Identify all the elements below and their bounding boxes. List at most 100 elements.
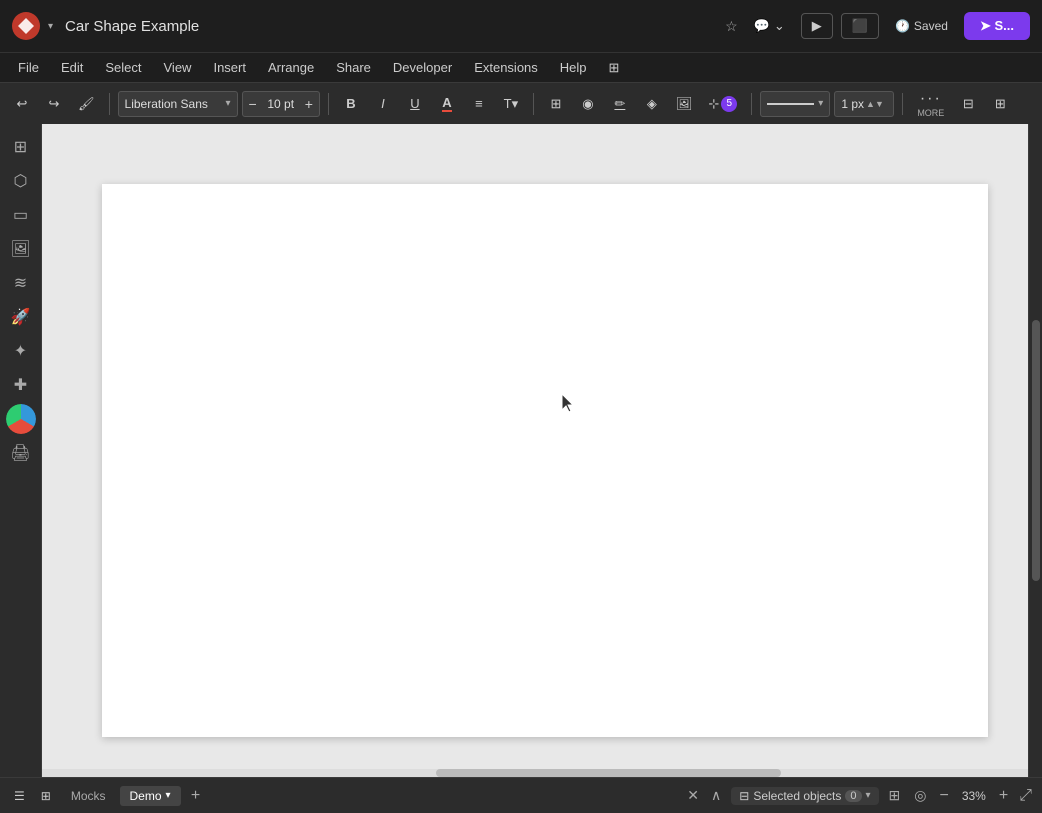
line-color-button[interactable]: ✏: [606, 90, 634, 118]
line-width-number: 1: [841, 97, 848, 111]
app-dropdown-arrow[interactable]: ▾: [48, 21, 53, 32]
gradient-button[interactable]: ◈: [638, 90, 666, 118]
more-label: MORE: [917, 108, 944, 118]
right-sidebar: [1028, 124, 1042, 777]
sidebar-frames-icon[interactable]: ⊞: [6, 132, 36, 162]
save-status[interactable]: 🕐 Saved: [887, 15, 956, 37]
menu-help[interactable]: Help: [550, 58, 597, 77]
screen-share-button[interactable]: ⬛: [841, 13, 879, 39]
app-logo[interactable]: [12, 12, 40, 40]
sidebar-data-icon[interactable]: ≋: [6, 268, 36, 298]
zoom-out-button[interactable]: −: [937, 787, 952, 805]
redo-icon: ↪: [49, 96, 60, 112]
paint-format-icon: 🖌: [78, 96, 95, 112]
add-tab-button[interactable]: +: [185, 785, 207, 807]
menu-insert[interactable]: Insert: [203, 58, 256, 77]
add-shape-button[interactable]: ⊞: [542, 90, 570, 118]
share-button[interactable]: ➤ S...: [964, 12, 1030, 40]
sidebar-effects-icon[interactable]: ✦: [6, 336, 36, 366]
menu-developer[interactable]: Developer: [383, 58, 462, 77]
tab-mocks[interactable]: Mocks: [61, 786, 116, 806]
text-format-button[interactable]: T▾: [497, 90, 525, 118]
sidebar-plugins-icon[interactable]: ✚: [6, 370, 36, 400]
share-label: S...: [994, 18, 1014, 33]
underline-button[interactable]: U: [401, 90, 429, 118]
menubar: File Edit Select View Insert Arrange Sha…: [0, 52, 1042, 82]
favorite-star-icon[interactable]: ☆: [725, 18, 738, 35]
text-color-button[interactable]: A: [433, 90, 461, 118]
menu-edit[interactable]: Edit: [51, 58, 93, 77]
selected-objects-dropdown[interactable]: ▾: [866, 790, 871, 801]
tab-demo-dropdown[interactable]: ▾: [166, 790, 171, 801]
layers-button[interactable]: ⊞: [885, 785, 905, 806]
sidebar-containers-icon[interactable]: ▭: [6, 200, 36, 230]
paint-format-button[interactable]: 🖌: [72, 90, 101, 118]
zoom-in-button[interactable]: +: [996, 787, 1011, 805]
more-button[interactable]: ··· MORE: [911, 86, 950, 122]
vertical-scrollbar-thumb[interactable]: [1032, 320, 1040, 581]
line-width-value: 1 px: [841, 97, 864, 111]
selected-objects-panel[interactable]: ⊟ Selected objects 0 ▾: [731, 787, 878, 805]
line-style-control[interactable]: ▾: [760, 91, 830, 117]
sidebar-images-icon[interactable]: 🖼: [6, 234, 36, 264]
grid-icon: ⊞: [995, 96, 1006, 112]
sidebar-shapes-icon[interactable]: ⬡: [6, 166, 36, 196]
line-width-control[interactable]: 1 px ▲▼: [834, 91, 894, 117]
sidebar-globe-icon[interactable]: [6, 404, 36, 434]
fill-color-icon: ◉: [582, 96, 593, 112]
toolbar-separator-1: [109, 93, 110, 115]
line-width-stepper: ▲▼: [866, 99, 884, 109]
document-title: Car Shape Example: [65, 18, 713, 35]
present-button[interactable]: ▶: [801, 13, 833, 39]
menu-share[interactable]: Share: [326, 58, 381, 77]
fullscreen-button[interactable]: ⤢: [1017, 785, 1034, 807]
titlebar: ▾ Car Shape Example ☆ 💬 ⌄ ▶ ⬛ 🕐 Saved ➤ …: [0, 0, 1042, 52]
menu-select[interactable]: Select: [95, 58, 151, 77]
menu-extensions[interactable]: Extensions: [464, 58, 548, 77]
horizontal-scrollbar-thumb[interactable]: [436, 769, 781, 777]
bottom-menu-button[interactable]: ☰: [8, 786, 31, 806]
font-size-decrease[interactable]: −: [243, 91, 263, 117]
font-selector[interactable]: Liberation Sans ▾: [118, 91, 238, 117]
bottom-menu-icon: ☰: [14, 789, 25, 803]
menu-view[interactable]: View: [154, 58, 202, 77]
toolbar-separator-3: [533, 93, 534, 115]
present-icon: ▶: [812, 18, 822, 34]
horizontal-scrollbar-track[interactable]: [42, 769, 1028, 777]
save-icon: 🕐: [895, 19, 910, 33]
status-cluster: ✕ ∧: [683, 785, 725, 806]
save-label: Saved: [914, 19, 948, 33]
italic-button[interactable]: I: [369, 90, 397, 118]
more-dots-icon: ···: [920, 90, 942, 108]
comment-button[interactable]: 💬 ⌄: [746, 14, 793, 38]
fill-color-button[interactable]: ◉: [574, 90, 602, 118]
menu-arrange[interactable]: Arrange: [258, 58, 324, 77]
canvas-area[interactable]: [42, 124, 1028, 777]
menu-apps[interactable]: ⊞: [599, 58, 630, 78]
tab-demo[interactable]: Demo ▾: [120, 786, 181, 806]
main-area: ⊞ ⬡ ▭ 🖼 ≋ 🚀 ✦ ✚ 🖨: [0, 124, 1042, 777]
grid-panel-button[interactable]: ⊞: [986, 90, 1014, 118]
screen-icon: ⬛: [852, 18, 868, 34]
sidebar-print-icon[interactable]: 🖨: [6, 438, 36, 468]
expand-status-button[interactable]: ∧: [707, 785, 725, 806]
undo-button[interactable]: ↩: [8, 90, 36, 118]
cursor: [562, 394, 576, 417]
close-status-button[interactable]: ✕: [683, 785, 703, 806]
canvas-page[interactable]: [102, 184, 988, 737]
selected-objects-count: 0: [845, 790, 861, 802]
sidebar-components-icon[interactable]: 🚀: [6, 302, 36, 332]
image-button[interactable]: 🖼: [670, 90, 699, 118]
italic-icon: I: [381, 96, 385, 111]
text-align-button[interactable]: ≡: [465, 90, 493, 118]
panel-toggle-button[interactable]: ⊟: [954, 90, 982, 118]
line-width-unit: px: [851, 97, 864, 111]
tab-demo-label: Demo: [130, 789, 162, 803]
font-size-increase[interactable]: +: [299, 91, 319, 117]
bottom-grid-button[interactable]: ⊞: [35, 786, 57, 806]
bold-button[interactable]: B: [337, 90, 365, 118]
snap-button[interactable]: ⊹ 5: [702, 90, 743, 118]
redo-button[interactable]: ↪: [40, 90, 68, 118]
search-button[interactable]: ◎: [910, 785, 930, 806]
menu-file[interactable]: File: [8, 58, 49, 77]
